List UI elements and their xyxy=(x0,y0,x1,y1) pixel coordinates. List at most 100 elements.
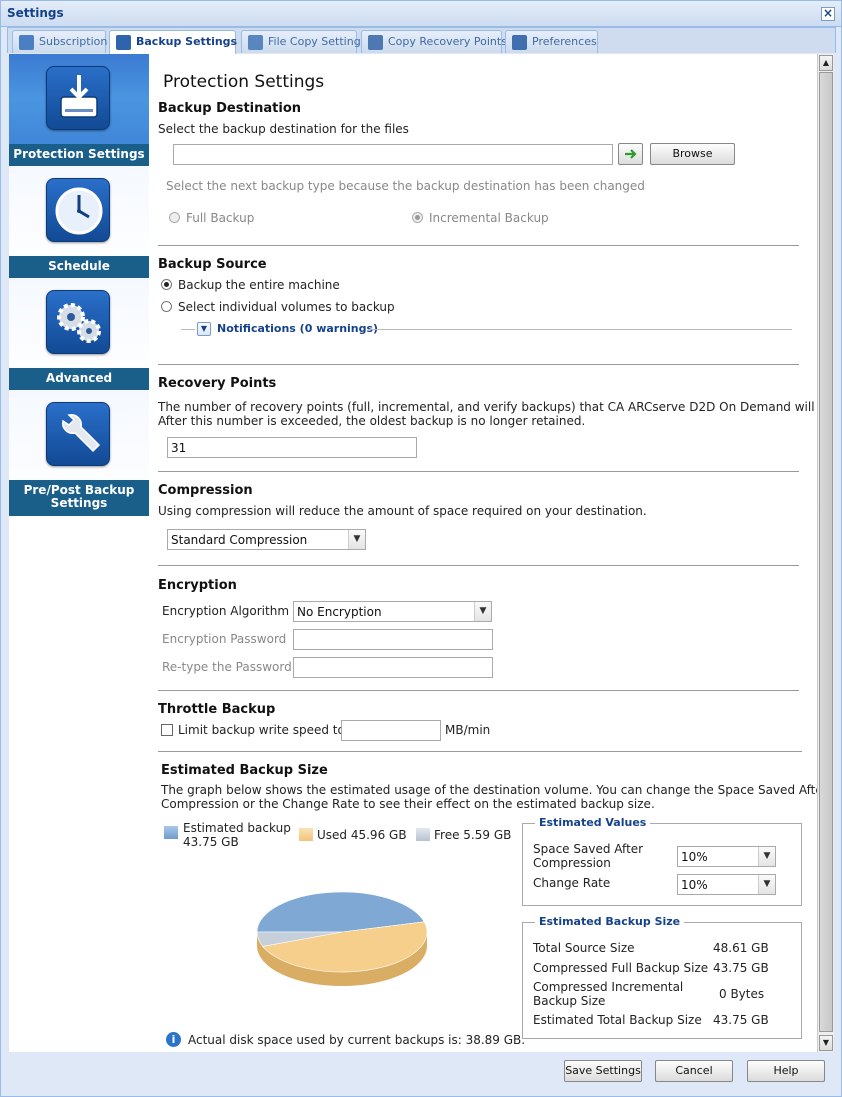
backup-type-note: Select the next backup type because the … xyxy=(166,179,645,193)
destination-heading: Backup Destination xyxy=(158,101,302,116)
space-saved-select[interactable]: 10% ▼ xyxy=(677,846,776,867)
legend-estimated-label-1: Estimated backup xyxy=(183,821,291,835)
tab-copy-recovery-points[interactable]: Copy Recovery Points xyxy=(361,30,507,53)
sidebar-item-label: Pre/Post Backup Settings xyxy=(9,480,149,516)
size-row-value: 43.75 GB xyxy=(713,1013,769,1027)
limit-speed-label: Limit backup write speed to xyxy=(178,723,345,737)
browse-button[interactable]: Browse xyxy=(650,143,735,165)
limit-speed-checkbox[interactable] xyxy=(161,724,173,736)
sidebar: Protection Settings Schedule Advanced Pr… xyxy=(9,54,149,1052)
incremental-backup-label: Incremental Backup xyxy=(429,211,549,225)
clock-icon xyxy=(46,178,110,242)
sidebar-item-schedule[interactable]: Schedule xyxy=(9,166,149,278)
title-bar: Settings × xyxy=(1,1,841,27)
tab-label: Backup Settings xyxy=(136,35,238,48)
size-row-value: 48.61 GB xyxy=(713,941,769,955)
subscription-icon xyxy=(19,35,34,50)
recovery-description-1: The number of recovery points (full, inc… xyxy=(158,400,817,414)
settings-window: Settings × Subscription Backup Settings … xyxy=(0,0,842,1097)
tab-preferences[interactable]: Preferences xyxy=(505,30,598,53)
gears-icon xyxy=(46,290,110,354)
retype-password-label: Re-type the Password xyxy=(162,660,292,674)
notifications-label[interactable]: Notifications (0 warnings) xyxy=(217,322,378,335)
recovery-description-2: After this number is exceeded, the oldes… xyxy=(158,414,586,428)
compression-heading: Compression xyxy=(158,483,253,498)
full-backup-radio[interactable] xyxy=(169,212,180,223)
info-icon: i xyxy=(166,1032,181,1047)
legend-estimated-label-2: 43.75 GB xyxy=(183,835,239,849)
compression-select[interactable]: Standard Compression ▼ xyxy=(167,529,366,550)
size-row-label: Compressed Full Backup Size xyxy=(533,961,709,975)
estimate-description-2: Compression or the Change Rate to see th… xyxy=(161,797,655,811)
estimate-heading: Estimated Backup Size xyxy=(161,763,328,778)
close-icon[interactable]: × xyxy=(821,7,835,21)
sidebar-item-protection-settings[interactable]: Protection Settings xyxy=(9,54,149,166)
expand-chevron-icon[interactable]: ▼ xyxy=(197,322,211,336)
encryption-password-input[interactable] xyxy=(293,629,493,650)
cancel-button[interactable]: Cancel xyxy=(655,1060,733,1082)
destination-description: Select the backup destination for the fi… xyxy=(158,122,409,136)
chevron-down-icon: ▼ xyxy=(758,847,775,866)
retype-password-input[interactable] xyxy=(293,657,493,678)
estimated-values-title: Estimated Values xyxy=(535,816,651,829)
compression-selected: Standard Compression xyxy=(171,533,308,547)
legend-free-label: Free 5.59 GB xyxy=(434,828,512,842)
estimate-description-1: The graph below shows the estimated usag… xyxy=(161,783,817,797)
legend-used-label: Used 45.96 GB xyxy=(317,828,407,842)
divider xyxy=(158,471,799,472)
size-row-label-2: Backup Size xyxy=(533,994,606,1008)
wrench-icon xyxy=(46,402,110,466)
space-saved-label-1: Space Saved After xyxy=(533,842,644,856)
tab-file-copy-settings[interactable]: File Copy Settings xyxy=(241,30,366,53)
estimated-backup-size-title: Estimated Backup Size xyxy=(535,915,685,928)
space-saved-label-2: Compression xyxy=(533,856,611,870)
individual-volumes-label: Select individual volumes to backup xyxy=(178,300,395,314)
speed-limit-input[interactable] xyxy=(341,720,441,741)
destination-path-input[interactable] xyxy=(173,144,613,165)
chevron-down-icon: ▼ xyxy=(758,875,775,894)
chevron-down-icon: ▼ xyxy=(348,530,365,549)
disk-download-icon xyxy=(46,66,110,130)
size-row-label: Compressed Incremental xyxy=(533,980,684,994)
tab-backup-settings[interactable]: Backup Settings xyxy=(109,30,238,54)
entire-machine-label: Backup the entire machine xyxy=(178,278,340,292)
recovery-points-input[interactable]: 31 xyxy=(167,437,417,458)
individual-volumes-radio[interactable] xyxy=(161,301,172,312)
sidebar-item-pre-post-backup[interactable]: Pre/Post Backup Settings xyxy=(9,390,149,516)
backup-icon xyxy=(116,35,131,50)
tab-subscription[interactable]: Subscription xyxy=(12,30,108,53)
tab-label: Subscription xyxy=(39,35,108,48)
throttle-heading: Throttle Backup xyxy=(158,702,276,717)
tab-label: Copy Recovery Points xyxy=(388,35,507,48)
main-content: Protection Settings Backup Destination S… xyxy=(149,54,817,1052)
encryption-heading: Encryption xyxy=(158,578,237,593)
disk-space-note: Actual disk space used by current backup… xyxy=(188,1033,526,1047)
vertical-scrollbar[interactable]: ▲ ▼ xyxy=(817,54,834,1052)
encryption-algorithm-label: Encryption Algorithm xyxy=(162,604,290,618)
estimated-values-group: Estimated Values Space Saved After Compr… xyxy=(522,816,802,906)
scroll-up-icon[interactable]: ▲ xyxy=(819,55,833,71)
scroll-thumb[interactable] xyxy=(819,72,833,1032)
encryption-algorithm-select[interactable]: No Encryption ▼ xyxy=(293,601,492,622)
tab-strip: Subscription Backup Settings File Copy S… xyxy=(7,27,836,54)
change-rate-select[interactable]: 10% ▼ xyxy=(677,874,776,895)
sidebar-item-label: Advanced xyxy=(9,368,149,390)
copy-recovery-icon xyxy=(368,35,383,50)
preferences-icon xyxy=(512,35,527,50)
estimated-backup-size-group: Estimated Backup Size Total Source Size … xyxy=(522,915,802,1039)
sidebar-item-advanced[interactable]: Advanced xyxy=(9,278,149,390)
size-row-value: 0 Bytes xyxy=(719,987,765,1001)
sidebar-item-label: Schedule xyxy=(9,256,149,278)
help-button[interactable]: Help xyxy=(747,1060,825,1082)
change-rate-value: 10% xyxy=(681,878,708,892)
entire-machine-radio[interactable] xyxy=(161,279,172,290)
file-copy-icon xyxy=(248,35,263,50)
go-arrow-button[interactable] xyxy=(618,143,643,165)
space-saved-value: 10% xyxy=(681,850,708,864)
change-rate-label: Change Rate xyxy=(533,876,611,890)
window-title: Settings xyxy=(7,6,64,20)
encryption-selected: No Encryption xyxy=(297,605,382,619)
incremental-backup-radio[interactable] xyxy=(412,212,423,223)
scroll-down-icon[interactable]: ▼ xyxy=(819,1035,833,1051)
save-settings-button[interactable]: Save Settings xyxy=(564,1060,642,1082)
